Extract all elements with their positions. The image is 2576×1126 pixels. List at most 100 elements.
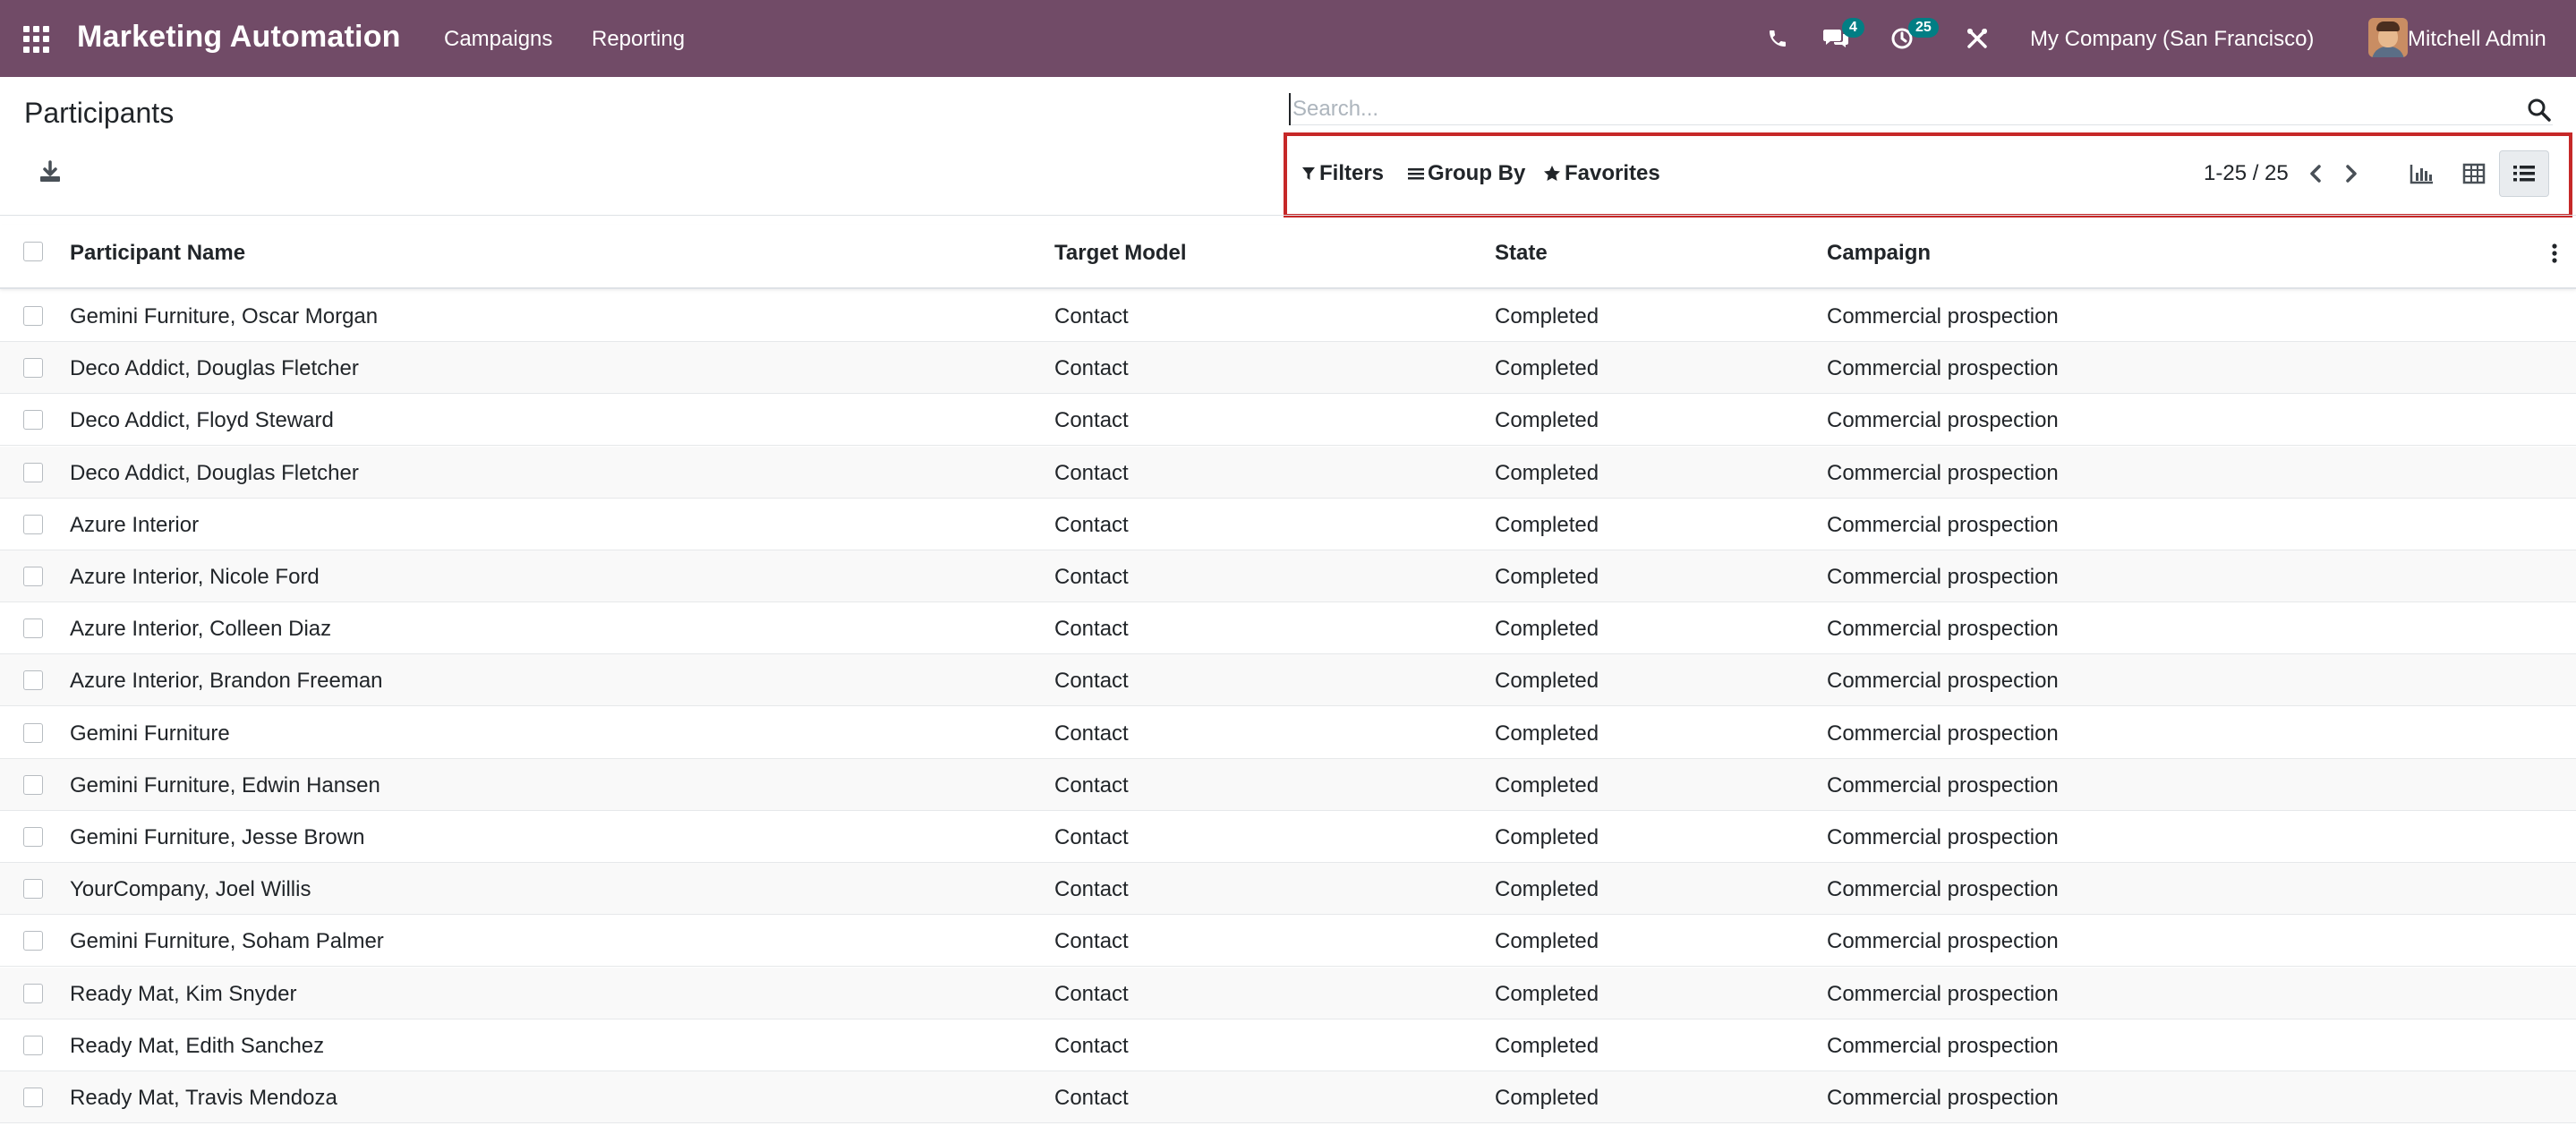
- group-by-button[interactable]: Group By: [1408, 161, 1525, 186]
- download-icon[interactable]: [38, 159, 63, 184]
- cell-target-model: Contact: [1054, 1033, 1129, 1058]
- favorites-button[interactable]: Favorites: [1543, 161, 1660, 186]
- row-checkbox[interactable]: [23, 462, 43, 482]
- cell-target-model: Contact: [1054, 825, 1129, 849]
- table-row[interactable]: Azure Interior, Brandon Freeman Contact Co…: [0, 654, 2576, 707]
- table-row[interactable]: Deco Addict, Floyd Steward Contact Complet…: [0, 394, 2576, 447]
- cell-target-model: Contact: [1054, 981, 1129, 1006]
- cell-campaign: Commercial prospection: [1827, 1086, 2059, 1110]
- cell-target-model: Contact: [1054, 617, 1129, 642]
- cell-campaign: Commercial prospection: [1827, 825, 2059, 849]
- cell-campaign: Commercial prospection: [1827, 356, 2059, 381]
- top-navbar: Marketing Automation Campaigns Reporting…: [0, 0, 2576, 77]
- star-icon: [1544, 166, 1560, 181]
- table-row[interactable]: Azure Interior Contact Completed Commercial…: [0, 499, 2576, 550]
- table-row[interactable]: Gemini Furniture, Jesse Brown Contact Comp…: [0, 811, 2576, 863]
- table-row[interactable]: Azure Interior, Nicole Ford Contact Comple…: [0, 550, 2576, 602]
- cell-target-model: Contact: [1054, 565, 1129, 589]
- cell-participant-name: Gemini Furniture: [70, 721, 230, 746]
- graph-view-button[interactable]: [2397, 150, 2447, 197]
- list-view-icon: [2513, 166, 2535, 182]
- cell-state: Completed: [1495, 669, 1599, 694]
- search-bar: [1289, 93, 2553, 125]
- column-target-model[interactable]: Target Model: [1054, 241, 1187, 266]
- clock-icon[interactable]: 25: [1890, 18, 1939, 57]
- row-checkbox[interactable]: [23, 774, 43, 795]
- row-checkbox[interactable]: [23, 879, 43, 900]
- filters-button[interactable]: Filters: [1301, 161, 1384, 186]
- cell-state: Completed: [1495, 460, 1599, 485]
- row-checkbox[interactable]: [23, 567, 43, 586]
- row-checkbox[interactable]: [23, 1035, 43, 1055]
- table-row[interactable]: Ready Mat, Kim Snyder Contact Completed Com…: [0, 967, 2576, 1019]
- cell-campaign: Commercial prospection: [1827, 669, 2059, 694]
- cell-participant-name: Azure Interior, Nicole Ford: [70, 565, 320, 589]
- cell-participant-name: Azure Interior, Brandon Freeman: [70, 669, 383, 694]
- pivot-view-button[interactable]: [2449, 150, 2499, 197]
- pivot-view-icon: [2462, 163, 2486, 184]
- table-row[interactable]: Ready Mat, Edith Sanchez Contact Completed…: [0, 1019, 2576, 1071]
- cell-state: Completed: [1495, 929, 1599, 954]
- apps-menu-icon[interactable]: [23, 26, 50, 53]
- cell-target-model: Contact: [1054, 877, 1129, 902]
- table-row[interactable]: Gemini Furniture, Edwin Hansen Contact Com…: [0, 758, 2576, 811]
- row-checkbox[interactable]: [23, 983, 43, 1003]
- app-title[interactable]: Marketing Automation: [77, 20, 401, 55]
- cell-target-model: Contact: [1054, 929, 1129, 954]
- row-checkbox[interactable]: [23, 306, 43, 326]
- table-row[interactable]: YourCompany, Joel Willis Contact Completed…: [0, 863, 2576, 916]
- user-menu[interactable]: Mitchell Admin: [2408, 27, 2546, 52]
- table-row[interactable]: Deco Addict, Douglas Fletcher Contact Comp…: [0, 446, 2576, 499]
- menu-reporting[interactable]: Reporting: [592, 27, 685, 52]
- cell-participant-name: Deco Addict, Douglas Fletcher: [70, 460, 359, 485]
- list-view-button[interactable]: [2499, 150, 2549, 197]
- table-row[interactable]: Gemini Furniture, Soham Palmer Contact Com…: [0, 915, 2576, 968]
- chat-icon[interactable]: 4: [1822, 18, 1864, 57]
- cell-state: Completed: [1495, 356, 1599, 381]
- cell-target-model: Contact: [1054, 512, 1129, 537]
- menu-campaigns[interactable]: Campaigns: [444, 27, 552, 52]
- table-row[interactable]: Gemini Furniture Contact Completed Commerci…: [0, 707, 2576, 759]
- row-checkbox[interactable]: [23, 358, 43, 379]
- row-checkbox[interactable]: [23, 931, 43, 951]
- cell-campaign: Commercial prospection: [1827, 512, 2059, 537]
- cell-state: Completed: [1495, 1086, 1599, 1110]
- cell-state: Completed: [1495, 408, 1599, 433]
- table-row[interactable]: Ready Mat, Travis Mendoza Contact Complete…: [0, 1071, 2576, 1123]
- table-row[interactable]: Deco Addict, Douglas Fletcher Contact Comp…: [0, 342, 2576, 395]
- company-switcher[interactable]: My Company (San Francisco): [2030, 27, 2314, 52]
- phone-icon[interactable]: [1767, 20, 1788, 57]
- select-all-checkbox[interactable]: [23, 242, 43, 261]
- search-icon[interactable]: [2526, 97, 2553, 124]
- kebab-menu-icon[interactable]: [2551, 242, 2558, 265]
- tools-icon[interactable]: [1966, 20, 1989, 57]
- cell-campaign: Commercial prospection: [1827, 304, 2059, 328]
- filter-icon: [1302, 167, 1315, 180]
- cell-participant-name: YourCompany, Joel Willis: [70, 877, 311, 902]
- favorites-label: Favorites: [1565, 161, 1660, 185]
- row-checkbox[interactable]: [23, 618, 43, 639]
- group-by-label: Group By: [1428, 161, 1526, 185]
- column-participant-name[interactable]: Participant Name: [70, 241, 245, 266]
- row-checkbox[interactable]: [23, 514, 43, 534]
- row-checkbox[interactable]: [23, 827, 43, 847]
- control-panel-divider: [0, 215, 2576, 216]
- cell-campaign: Commercial prospection: [1827, 617, 2059, 642]
- pager-value[interactable]: 1-25 / 25: [2204, 161, 2289, 186]
- column-campaign[interactable]: Campaign: [1827, 241, 1931, 266]
- cell-state: Completed: [1495, 1033, 1599, 1058]
- group-by-icon: [1408, 168, 1424, 180]
- user-avatar[interactable]: [2368, 18, 2408, 57]
- column-state[interactable]: State: [1495, 241, 1548, 266]
- row-checkbox[interactable]: [23, 1088, 43, 1107]
- search-input[interactable]: [1289, 93, 2515, 125]
- chevron-right-icon[interactable]: [2340, 161, 2361, 186]
- table-row[interactable]: Gemini Furniture, Oscar Morgan Contact Com…: [0, 290, 2576, 342]
- cell-target-model: Contact: [1054, 304, 1129, 328]
- row-checkbox[interactable]: [23, 670, 43, 691]
- row-checkbox[interactable]: [23, 722, 43, 743]
- chevron-left-icon[interactable]: [2306, 161, 2327, 186]
- page-title: Participants: [24, 97, 175, 129]
- row-checkbox[interactable]: [23, 410, 43, 431]
- table-row[interactable]: Azure Interior, Colleen Diaz Contact Compl…: [0, 602, 2576, 655]
